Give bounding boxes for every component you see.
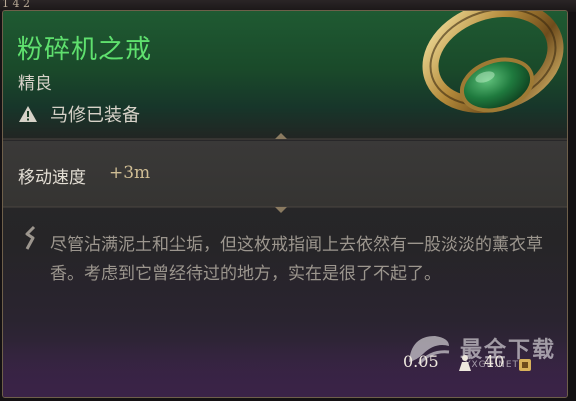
stat-label: 移动速度: [18, 168, 86, 188]
tooltip-header: 粉碎机之戒 精良 马修已装备: [3, 11, 567, 139]
warning-icon: [19, 106, 37, 122]
item-description: 尽管沾满泥土和尘垢，但这枚戒指闻上去依然有一股淡淡的薰衣草香。考虑到它曾经待过的…: [50, 235, 543, 284]
stat-value: +3m: [109, 163, 151, 183]
ring-icon: [422, 11, 564, 114]
game-screen: 1 4 2 粉碎机之戒 精良 马修已装备 移动速度 +3m 尽管沾满泥土和尘垢，…: [0, 0, 576, 401]
item-price: 40: [484, 352, 505, 371]
item-name: 粉碎机之戒: [17, 35, 153, 65]
equipped-label: 马修已装备: [50, 105, 140, 126]
equipped-status: 马修已装备: [18, 101, 140, 127]
weight-icon: [459, 355, 471, 371]
coin-icon: [519, 359, 531, 371]
item-rarity: 精良: [18, 74, 52, 94]
quote-icon: [25, 225, 36, 250]
top-strip-tag: 1 4 2: [2, 0, 30, 10]
item-weight: 0.05: [403, 352, 439, 371]
stat-divider: [3, 206, 567, 213]
stat-row: 移动速度 +3m: [3, 141, 567, 207]
